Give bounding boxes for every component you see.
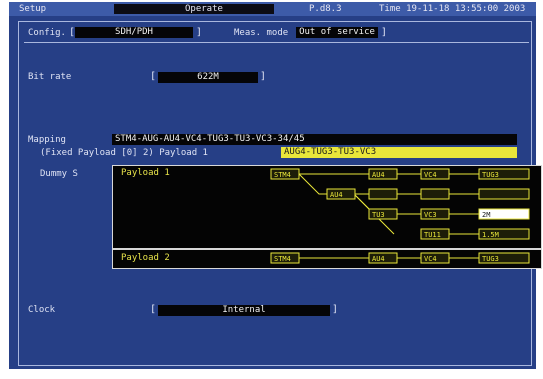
box-label-tug3: TUG3 xyxy=(482,171,499,179)
instrument-screen: Setup Operate P.d8.3 Time 19-11-18 13:55… xyxy=(9,2,542,369)
box-label-selected: 2M xyxy=(482,211,490,219)
clock-value[interactable]: Internal xyxy=(158,305,330,316)
clock-bracket-left: [ xyxy=(150,304,157,315)
box-label-au4: AU4 xyxy=(372,171,385,179)
box-label-p2-vc4: VC4 xyxy=(424,255,437,263)
box-label-tu3: TU3 xyxy=(372,211,385,219)
box-row2-b xyxy=(368,188,398,200)
box-row2-c xyxy=(420,188,450,200)
box-row2-d xyxy=(478,188,530,200)
clock-bracket-right: ] xyxy=(332,304,339,315)
box-label-vc4: VC4 xyxy=(424,171,437,179)
box-label-p2-tug3: TUG3 xyxy=(482,255,499,263)
box-label-row2: AU4 xyxy=(330,191,343,199)
box-label-vc3: VC3 xyxy=(424,211,437,219)
box-label-p2-au4: AU4 xyxy=(372,255,385,263)
clock-label: Clock xyxy=(28,305,56,315)
box-label-tu11: TU11 xyxy=(424,231,441,239)
box-label-p2-stm4: STM4 xyxy=(274,255,291,263)
box-label-1p5m: 1.5M xyxy=(482,231,499,239)
box-label-stm4: STM4 xyxy=(274,171,291,179)
